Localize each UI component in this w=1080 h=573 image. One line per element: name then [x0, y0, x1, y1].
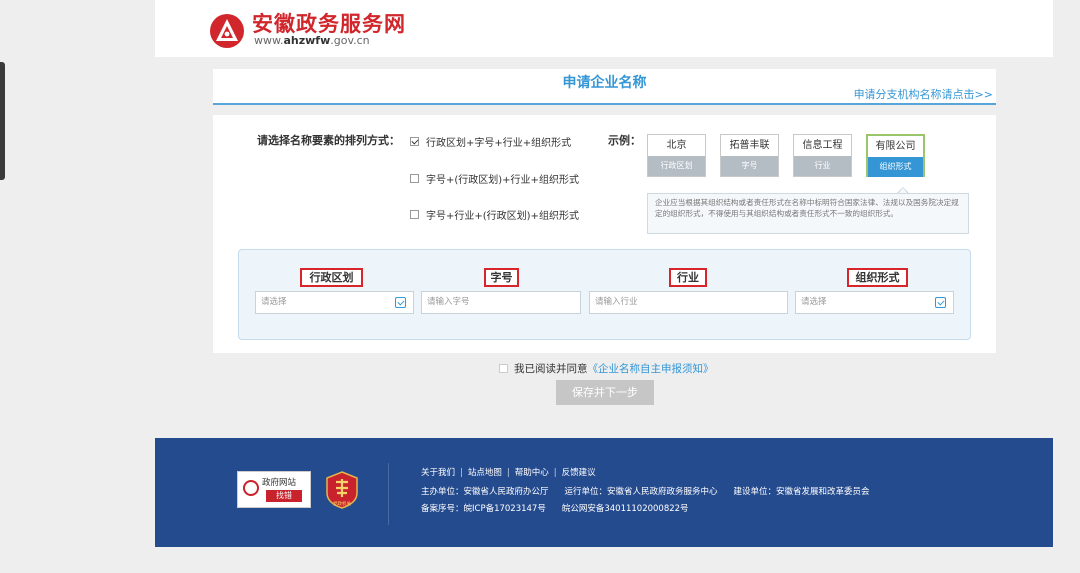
badge-gov-line1: 政府网站: [262, 478, 297, 488]
option-label: 行政区划+字号+行业+组织形式: [426, 138, 572, 149]
footer-builder: 建设单位：安徽省发展和改革委员会: [733, 487, 870, 497]
magnifier-icon: [243, 480, 259, 496]
footer-org-line: 主办单位：安徽省人民政府办公厅 运行单位：安徽省人民政府政务服务中心 建设单位：安徽…: [421, 485, 886, 497]
footer-sponsor: 主办单位：安徽省人民政府办公厅: [421, 487, 549, 497]
agreement-link[interactable]: 《企业名称自主申报须知》: [588, 361, 714, 376]
site-url: www.ahzwfw.gov.cn: [254, 34, 370, 47]
site-footer: 政府网站 找错 党政机关 关于我们 | 站点地图 | 帮助中心 | 反馈建议 主办单位：安徽…: [155, 438, 1053, 547]
brand-input[interactable]: 请输入字号: [421, 291, 581, 314]
form-title-bar: 申请企业名称 申请分支机构名称请点击>>: [213, 69, 996, 105]
gov-site-error-badge[interactable]: 政府网站 找错: [237, 471, 311, 508]
select-picker-icon[interactable]: [395, 297, 406, 308]
option-label: 字号+(行政区划)+行业+组织形式: [426, 175, 579, 186]
example-region: 北京 行政区划: [647, 134, 706, 177]
industry-input[interactable]: 请输入行业: [589, 291, 788, 314]
example-industry: 信息工程 行业: [793, 134, 852, 177]
save-next-button[interactable]: 保存并下一步: [556, 380, 654, 405]
example-value: 有限公司: [875, 141, 916, 152]
party-gov-seal-icon[interactable]: 党政机关: [325, 471, 359, 509]
field-label-region: 行政区划: [300, 268, 363, 287]
example-value: 北京: [666, 140, 687, 151]
org-form-tip: 企业应当根据其组织结构或者责任形式在名称中标明符合国家法律、法规以及国务院决定规…: [647, 193, 969, 234]
side-float-tab[interactable]: [0, 62, 5, 180]
checkbox-icon[interactable]: [410, 210, 419, 219]
checkbox-icon[interactable]: [410, 174, 419, 183]
checkbox-icon[interactable]: [410, 137, 419, 146]
footer-link-help[interactable]: 帮助中心: [515, 468, 549, 478]
field-label-industry: 行业: [669, 268, 707, 287]
industry-input-placeholder: 请输入行业: [595, 297, 638, 307]
badge-gov-line2: 找错: [266, 490, 302, 502]
example-value: 信息工程: [802, 140, 843, 151]
org-form-select[interactable]: 请选择: [795, 291, 954, 314]
select-picker-icon[interactable]: [935, 297, 946, 308]
footer-link-about[interactable]: 关于我们: [421, 468, 455, 478]
footer-icp[interactable]: 备案序号：皖ICP备17023147号: [421, 504, 546, 514]
option-label: 字号+行业+(行政区划)+组织形式: [426, 211, 579, 222]
field-label-brand: 字号: [484, 268, 519, 287]
field-label-org-form: 组织形式: [847, 268, 908, 287]
arrangement-option-1[interactable]: 行政区划+字号+行业+组织形式: [410, 134, 571, 149]
example-label: 示例：: [608, 134, 641, 147]
agree-text: 我已阅读并同意: [514, 363, 588, 375]
footer-record-line: 备案序号：皖ICP备17023147号 皖公网安备34011102000822号: [421, 502, 705, 514]
agree-checkbox[interactable]: [499, 364, 508, 373]
site-logo-icon[interactable]: [208, 12, 246, 50]
arrangement-option-3[interactable]: 字号+行业+(行政区划)+组织形式: [410, 207, 579, 222]
example-type: 行政区划: [648, 156, 705, 176]
branch-apply-link[interactable]: 申请分支机构名称请点击>>: [854, 86, 993, 102]
name-form-card: 请选择名称要素的排列方式： 行政区划+字号+行业+组织形式 字号+(行政区划)+…: [213, 115, 996, 353]
footer-link-feedback[interactable]: 反馈建议: [562, 468, 596, 478]
name-fields-panel: 行政区划 字号 行业 组织形式 请选择 请输入字号 请输入行业 请选择: [238, 249, 971, 340]
example-org-form: 有限公司 组织形式: [866, 134, 925, 177]
footer-police-record[interactable]: 皖公网安备34011102000822号: [562, 504, 689, 514]
org-form-select-placeholder: 请选择: [801, 297, 827, 307]
example-value: 拓普丰联: [729, 140, 770, 151]
arrangement-label: 请选择名称要素的排列方式：: [257, 134, 400, 147]
brand-input-placeholder: 请输入字号: [427, 297, 470, 307]
example-brand: 拓普丰联 字号: [720, 134, 779, 177]
region-select-placeholder: 请选择: [261, 297, 287, 307]
footer-operator: 运行单位：安徽省人民政府政务服务中心: [564, 487, 718, 497]
footer-divider: [388, 463, 389, 525]
example-type: 行业: [794, 156, 851, 176]
svg-text:党政机关: 党政机关: [333, 500, 351, 507]
footer-links: 关于我们 | 站点地图 | 帮助中心 | 反馈建议: [421, 468, 596, 478]
footer-link-sitemap[interactable]: 站点地图: [468, 468, 502, 478]
agreement-row: 我已阅读并同意 《企业名称自主申报须知》: [499, 361, 714, 376]
example-type: 组织形式: [868, 157, 923, 177]
example-type: 字号: [721, 156, 778, 176]
arrangement-option-2[interactable]: 字号+(行政区划)+行业+组织形式: [410, 171, 579, 186]
region-select[interactable]: 请选择: [255, 291, 414, 314]
